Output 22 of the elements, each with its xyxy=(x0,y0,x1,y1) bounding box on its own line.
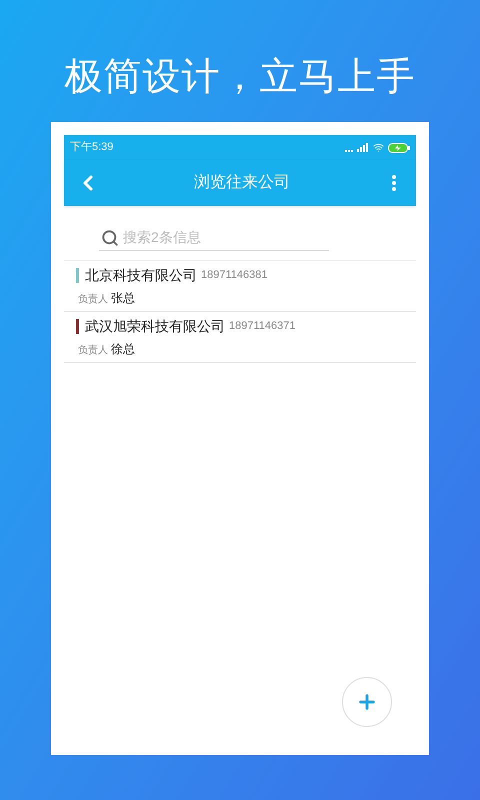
owner-name: 张总 xyxy=(111,290,135,307)
search-icon xyxy=(101,228,119,246)
company-name: 武汉旭荣科技有限公司 xyxy=(85,316,225,336)
owner-label: 负责人 xyxy=(78,292,108,307)
plus-icon xyxy=(356,691,378,713)
owner-name: 徐总 xyxy=(111,341,135,358)
search-field[interactable]: 搜索2条信息 xyxy=(99,225,329,251)
more-icon xyxy=(392,175,396,191)
company-row[interactable]: 武汉旭荣科技有限公司 18971146371 负责人 徐总 xyxy=(64,312,416,363)
battery-icon xyxy=(388,142,410,152)
search-input[interactable]: 搜索2条信息 xyxy=(123,227,313,248)
toolbar-title: 浏览往来公司 xyxy=(194,172,290,193)
owner-label: 负责人 xyxy=(78,344,108,358)
company-row[interactable]: 北京科技有限公司 18971146381 负责人 张总 xyxy=(64,261,416,312)
signal-icon xyxy=(345,142,369,152)
company-phone: 18971146371 xyxy=(229,318,296,334)
headline: 极简设计，立马上手 xyxy=(64,55,416,100)
wifi-icon xyxy=(373,142,384,153)
company-name: 北京科技有限公司 xyxy=(85,266,197,284)
company-phone: 18971146381 xyxy=(201,268,268,283)
add-button[interactable] xyxy=(342,677,392,727)
status-time: 下午5:39 xyxy=(70,140,114,156)
